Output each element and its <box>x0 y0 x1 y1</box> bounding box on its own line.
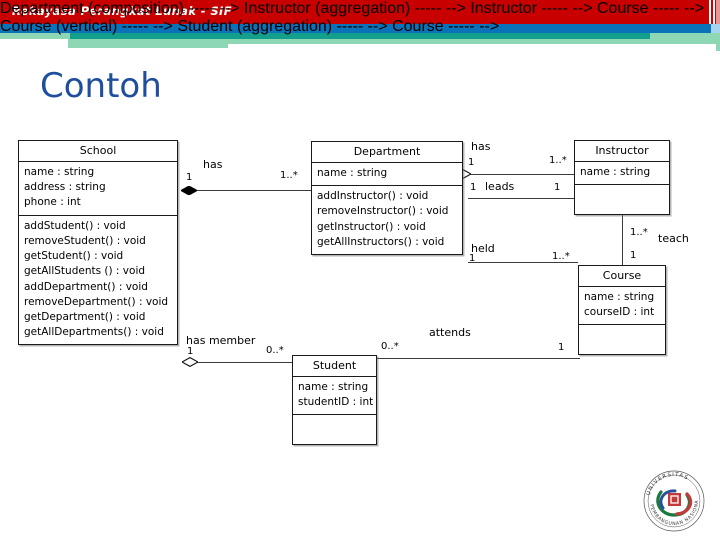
mult-student-attends-to: 1 <box>558 342 565 353</box>
uml-class-department[interactable]: Department name : string addInstructor()… <box>311 141 463 256</box>
edge-school-has-member-student <box>196 362 292 363</box>
mult-school-has-department-to: 1..* <box>280 170 298 181</box>
uml-attribute: name : string <box>317 167 388 179</box>
uml-class-diagram: Department (composition) ----- --> has 1… <box>0 0 720 540</box>
uml-class-name-department: Department <box>312 142 462 163</box>
uml-operations-school: addStudent() : void removeStudent() : vo… <box>19 216 177 345</box>
uml-attribute: courseID : int <box>584 306 655 319</box>
uml-operations-course <box>579 325 665 354</box>
edge-school-has-department <box>190 190 312 191</box>
uml-operation: getInstructor() : void <box>317 220 426 233</box>
mult-school-has-member-from: 1 <box>187 346 194 357</box>
uml-attribute: phone : int <box>24 196 81 209</box>
uml-attribute: name : string <box>24 166 95 178</box>
uml-class-name-school: School <box>19 141 177 162</box>
mult-department-has-instructor-to: 1..* <box>549 155 567 166</box>
uml-operation: removeInstructor() : void <box>317 205 449 218</box>
edge-department-has-instructor <box>468 174 574 175</box>
uml-class-name-course: Course <box>579 266 665 287</box>
uml-attributes-student: name : string studentID : int <box>293 377 376 416</box>
aggregation-diamond-school-student <box>182 357 198 367</box>
uml-attributes-school: name : string address : string phone : i… <box>19 162 177 216</box>
mult-instructor-teach-from: 1..* <box>630 227 648 238</box>
uml-operation: getStudent() : void <box>24 250 124 263</box>
uml-operation: getAllStudents () : void <box>24 265 146 278</box>
mult-department-leads-from: 1 <box>470 182 477 193</box>
uml-operation: getAllInstructors() : void <box>317 235 445 248</box>
uml-operation: addDepartment() : void <box>24 280 148 293</box>
mult-student-attends-from: 0..* <box>381 341 399 352</box>
university-logo: UNIVERSITAS PEMBANGUNAN NASIONAL <box>639 464 707 534</box>
uml-operation: removeDepartment() : void <box>24 295 169 308</box>
edge-department-leads-instructor <box>468 198 574 199</box>
mult-department-leads-to: 1 <box>554 182 561 193</box>
edge-instructor-teach-course <box>622 215 623 265</box>
composition-diamond-school-department <box>181 186 197 195</box>
uml-attribute: name : string <box>584 291 655 303</box>
uml-operations-department: addInstructor() : void removeInstructor(… <box>312 186 462 254</box>
uml-attributes-course: name : string courseID : int <box>579 287 665 326</box>
uml-attribute: name : string <box>580 166 651 178</box>
uml-attributes-instructor: name : string <box>575 162 669 186</box>
uml-attribute: address : string <box>24 181 106 194</box>
uml-class-school[interactable]: School name : string address : string ph… <box>18 140 178 346</box>
mult-department-has-instructor-from: 1 <box>468 157 475 168</box>
edge-label-has-department: has <box>203 158 223 171</box>
edge-label-has-member: has member <box>186 334 256 347</box>
edge-student-attends-course <box>376 358 580 359</box>
uml-class-name-instructor: Instructor <box>575 141 669 162</box>
uml-attributes-department: name : string <box>312 163 462 187</box>
uml-operation: removeStudent() : void <box>24 234 146 247</box>
uml-operation: addInstructor() : void <box>317 190 429 203</box>
uml-operations-instructor <box>575 185 669 214</box>
uml-operation: getDepartment() : void <box>24 310 146 323</box>
edge-label-leads: leads <box>485 180 515 193</box>
mult-school-has-member-to: 0..* <box>266 345 284 356</box>
edge-department-held-course <box>468 262 578 263</box>
uml-class-instructor[interactable]: Instructor name : string <box>574 140 670 216</box>
uml-operations-student <box>293 415 376 444</box>
edge-label-attends: attends <box>429 326 471 339</box>
uml-class-name-student: Student <box>293 356 376 377</box>
uml-operation: addStudent() : void <box>24 219 126 232</box>
uml-attribute: name : string <box>298 381 369 393</box>
mult-instructor-teach-to: 1 <box>630 250 637 261</box>
edge-label-has-instructor: has <box>471 140 491 153</box>
uml-class-course[interactable]: Course name : string courseID : int <box>578 265 666 356</box>
mult-school-has-department-from: 1 <box>186 172 193 183</box>
edge-label-teach: teach <box>658 232 689 245</box>
mult-department-held-to: 1..* <box>552 251 570 262</box>
uml-class-student[interactable]: Student name : string studentID : int <box>292 355 377 446</box>
mult-department-held-from: 1 <box>469 253 476 264</box>
uml-attribute: studentID : int <box>298 396 374 409</box>
uml-operation: getAllDepartments() : void <box>24 326 164 339</box>
